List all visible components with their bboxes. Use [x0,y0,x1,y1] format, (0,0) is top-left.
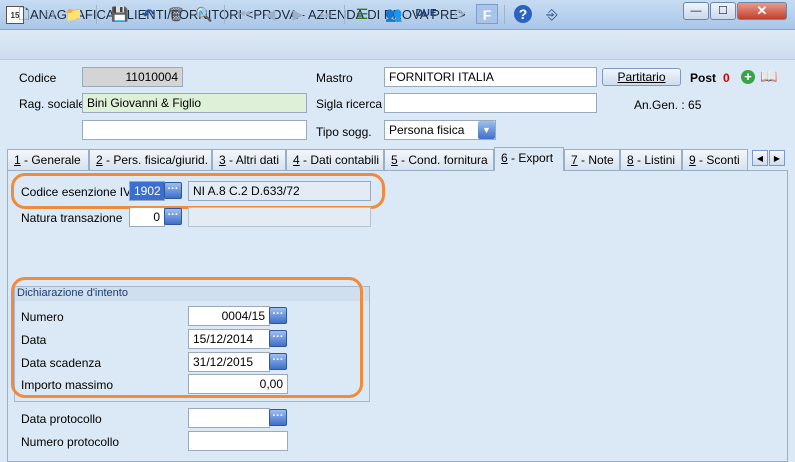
users-icon[interactable]: 👥 [384,4,404,24]
mastro-label: Mastro [316,71,353,85]
calendar-ellipsis-icon[interactable]: ··· [269,409,287,426]
previous-record-icon[interactable]: ◀ [260,4,280,24]
codice-field[interactable]: 11010004 [82,67,183,87]
due-icon[interactable]: DUE [414,4,438,24]
sigla-ricerca-field[interactable] [384,93,597,113]
toolbar-separator [96,5,97,24]
toolbar [0,31,795,60]
list-menu-icon[interactable]: ☰ [352,4,372,24]
post-count: 0 [723,71,730,85]
natura-transazione-description [188,207,371,227]
binoculars-search-icon[interactable]: 🔍 [194,4,214,24]
delete-icon[interactable]: 🗑 [166,4,186,24]
exit-icon[interactable]: ⎆ [542,4,562,24]
data-protocollo-field[interactable] [188,408,270,428]
add-post-icon[interactable]: + [741,70,755,84]
open-folder-icon[interactable]: 📁 [64,4,84,24]
form-icon[interactable]: F [476,4,498,24]
rag-sociale-2-field[interactable] [82,120,307,140]
tab-scroll-right-icon[interactable]: ▶ [769,150,785,166]
numero-protocollo-field[interactable] [188,431,288,451]
undo-icon[interactable]: ↶ [138,4,158,24]
first-record-icon[interactable]: ⏮ [234,4,254,24]
toolbar-separator [224,5,225,24]
book-icon[interactable]: 📖 [760,68,778,84]
minimize-button[interactable]: — [683,2,709,20]
tab-dati-contabili[interactable]: 4 - Dati contabili [286,149,384,170]
tab-generale[interactable]: 1 - Generale [7,149,89,170]
natura-transazione-field[interactable]: 0 [129,207,165,227]
copy-icon[interactable]: ⧉ [40,4,60,24]
refresh-icon[interactable]: ⟳ [450,4,470,24]
partitario-button[interactable]: Partitario [602,68,681,86]
tab-note[interactable]: 7 - Note [564,149,620,170]
highlight-ring-iva [11,173,385,209]
rag-sociale-field[interactable]: Bini Giovanni & Figlio [82,93,307,113]
toolbar-separator [344,5,345,24]
tipo-soggetto-label: Tipo sogg. [316,125,372,139]
toolbar-separator [504,5,505,24]
tab-cond-fornitura[interactable]: 5 - Cond. fornitura [384,149,494,170]
help-icon[interactable]: ? [514,5,532,23]
tab-scroll-left-icon[interactable]: ◀ [752,150,768,166]
post-label: Post [690,71,717,85]
data-protocollo-label: Data protocollo [21,412,102,426]
tab-export[interactable]: 6 - Export [494,147,564,171]
tab-listini[interactable]: 8 - Listini [620,149,682,170]
natura-transazione-label: Natura transazione [21,211,123,225]
codice-label: Codice [19,71,57,85]
an-gen-label: An.Gen. : 65 [634,98,702,112]
lookup-ellipsis-icon[interactable]: ··· [164,208,182,225]
save-icon[interactable]: 💾 [110,4,130,24]
chevron-down-icon[interactable]: ▼ [478,121,495,139]
mastro-field[interactable]: FORNITORI ITALIA [384,67,597,87]
last-record-icon[interactable]: ⏭ [316,4,336,24]
numero-protocollo-label: Numero protocollo [21,435,120,449]
tab-pers-fisica[interactable]: 2 - Pers. fisica/giurid. [89,149,212,170]
sigla-ricerca-label: Sigla ricerca [316,97,383,111]
next-record-icon[interactable]: ▶ [288,4,308,24]
rag-sociale-label: Rag. sociale [19,97,86,111]
maximize-button[interactable]: ☐ [710,2,736,20]
tab-altri-dati[interactable]: 3 - Altri dati [212,149,286,170]
highlight-ring-dichiarazione [11,277,363,398]
tab-sconti[interactable]: 9 - Sconti [682,149,748,170]
new-document-icon[interactable]: 🗋 [14,4,34,24]
close-button[interactable]: ✕ [737,2,787,20]
